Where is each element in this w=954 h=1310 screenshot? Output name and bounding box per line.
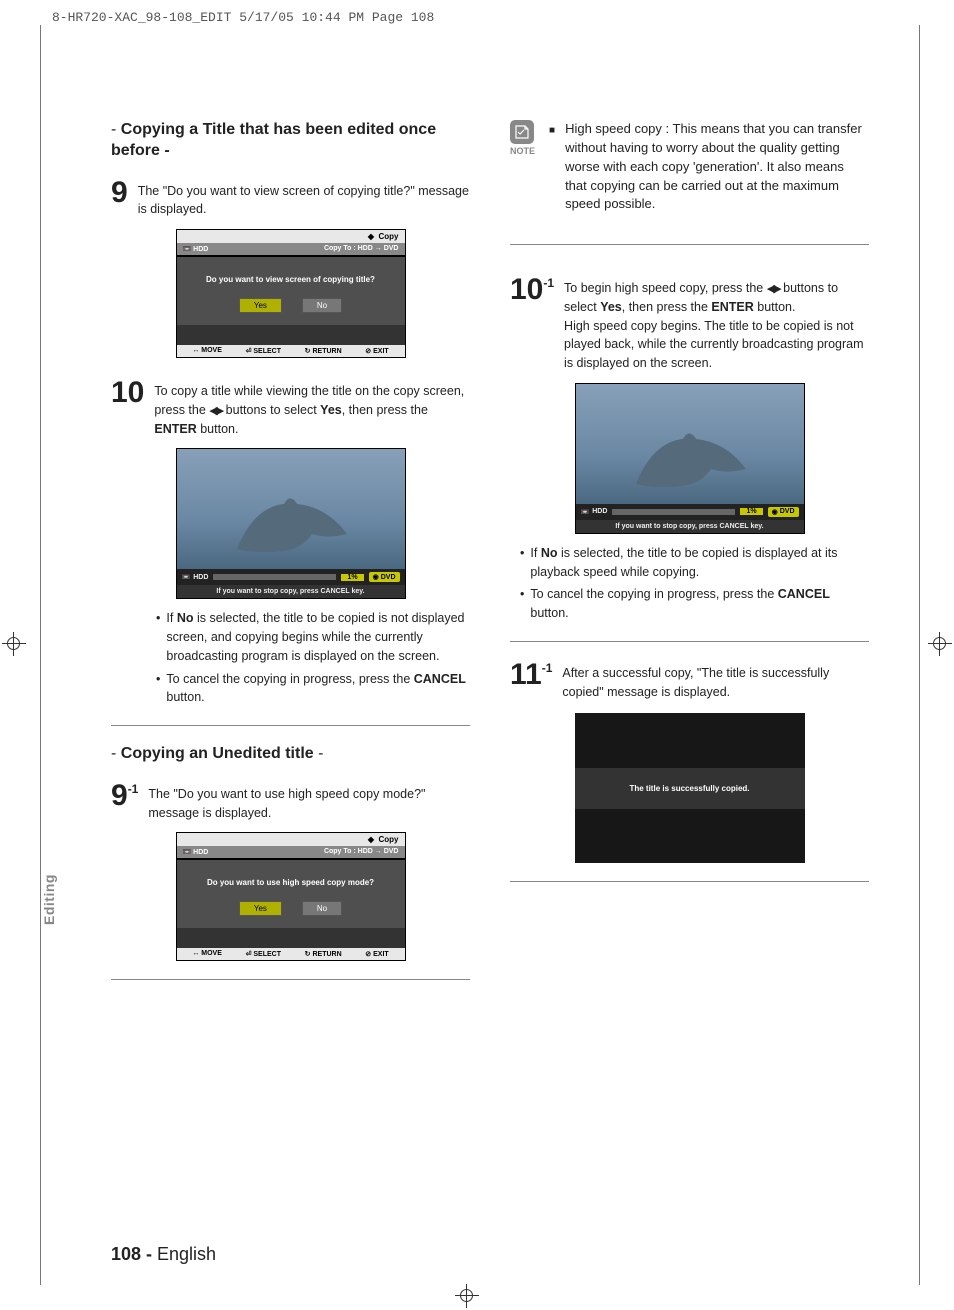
- dialog-no-button[interactable]: No: [302, 901, 342, 916]
- step-body: The "Do you want to use high speed copy …: [148, 781, 470, 823]
- left-column: - Copying a Title that has been edited o…: [111, 120, 470, 998]
- section-divider: [510, 881, 869, 882]
- step-number: 9: [111, 178, 128, 208]
- crop-mark-icon: [928, 632, 952, 656]
- screenshot-copy-progress: 📼 HDD 1% ◉ DVD If you want to stop copy,…: [176, 448, 406, 599]
- step-body: To begin high speed copy, press the ◀▶ b…: [564, 275, 869, 373]
- right-column: NOTE ■ High speed copy : This means that…: [510, 120, 869, 998]
- copy-percent: 1%: [740, 508, 762, 515]
- step-10-bullets: •If No is selected, the title to be copi…: [156, 609, 470, 707]
- step-11-1: 11-1 After a successful copy, "The title…: [510, 660, 869, 702]
- screenshot-view-copy-dialog: ◆ Copy 📼 HDD Copy To : HDD → DVD Do you …: [176, 229, 406, 358]
- crop-mark-icon: [455, 1284, 479, 1308]
- dialog-question: Do you want to view screen of copying ti…: [187, 275, 395, 284]
- step-number: 10: [111, 378, 144, 408]
- step-10-1: 10-1 To begin high speed copy, press the…: [510, 275, 869, 373]
- note-bullet-icon: ■: [549, 124, 555, 214]
- screenshot-highspeed-dialog: ◆ Copy 📼 HDD Copy To : HDD → DVD Do you …: [176, 832, 406, 961]
- step-9-1: 9-1 The "Do you want to use high speed c…: [111, 781, 470, 823]
- section-title-copy-edited: - Copying a Title that has been edited o…: [111, 120, 470, 162]
- cancel-hint: If you want to stop copy, press CANCEL k…: [177, 585, 405, 598]
- step-number: 9-1: [111, 781, 138, 811]
- dialog-no-button[interactable]: No: [302, 298, 342, 313]
- copy-percent: 1%: [341, 574, 363, 581]
- dialog-footer-hints: ↔ MOVE ⏎ SELECT ↻ RETURN ⊘ EXIT: [177, 345, 405, 357]
- step-body: To copy a title while viewing the title …: [154, 378, 470, 438]
- cancel-hint: If you want to stop copy, press CANCEL k…: [576, 520, 804, 533]
- dialog-question: Do you want to use high speed copy mode?: [187, 878, 395, 887]
- dialog-yes-button[interactable]: Yes: [239, 901, 282, 916]
- crop-header: 8-HR720-XAC_98-108_EDIT 5/17/05 10:44 PM…: [52, 10, 434, 25]
- step-9: 9 The "Do you want to view screen of cop…: [111, 178, 470, 220]
- section-title-copy-unedited: - Copying an Unedited title -: [111, 744, 470, 765]
- step-10-1-bullets: •If No is selected, the title to be copi…: [520, 544, 869, 623]
- step-body: After a successful copy, "The title is s…: [562, 660, 869, 702]
- manual-page: Editing - Copying a Title that has been …: [40, 25, 920, 1285]
- step-body: The "Do you want to view screen of copyi…: [138, 178, 470, 220]
- note-block: NOTE ■ High speed copy : This means that…: [510, 120, 869, 226]
- dolphin-image-icon: [227, 479, 367, 569]
- note-text: High speed copy : This means that you ca…: [565, 120, 869, 214]
- step-number: 10-1: [510, 275, 554, 305]
- screenshot-success: The title is successfully copied.: [575, 713, 805, 863]
- dolphin-image-icon: [626, 414, 766, 504]
- side-tab-editing: Editing: [41, 874, 57, 925]
- note-icon: [510, 120, 534, 144]
- section-divider: [510, 641, 869, 642]
- section-divider: [510, 244, 869, 245]
- dialog-footer-hints: ↔ MOVE ⏎ SELECT ↻ RETURN ⊘ EXIT: [177, 948, 405, 960]
- page-footer: 108 - English: [111, 1244, 216, 1265]
- section-divider: [111, 725, 470, 726]
- section-divider: [111, 979, 470, 980]
- dialog-yes-button[interactable]: Yes: [239, 298, 282, 313]
- crop-mark-icon: [2, 632, 26, 656]
- step-number: 11-1: [510, 660, 552, 690]
- screenshot-copy-progress: 📼 HDD 1% ◉ DVD If you want to stop copy,…: [575, 383, 805, 534]
- success-message: The title is successfully copied.: [575, 768, 805, 809]
- step-10: 10 To copy a title while viewing the tit…: [111, 378, 470, 438]
